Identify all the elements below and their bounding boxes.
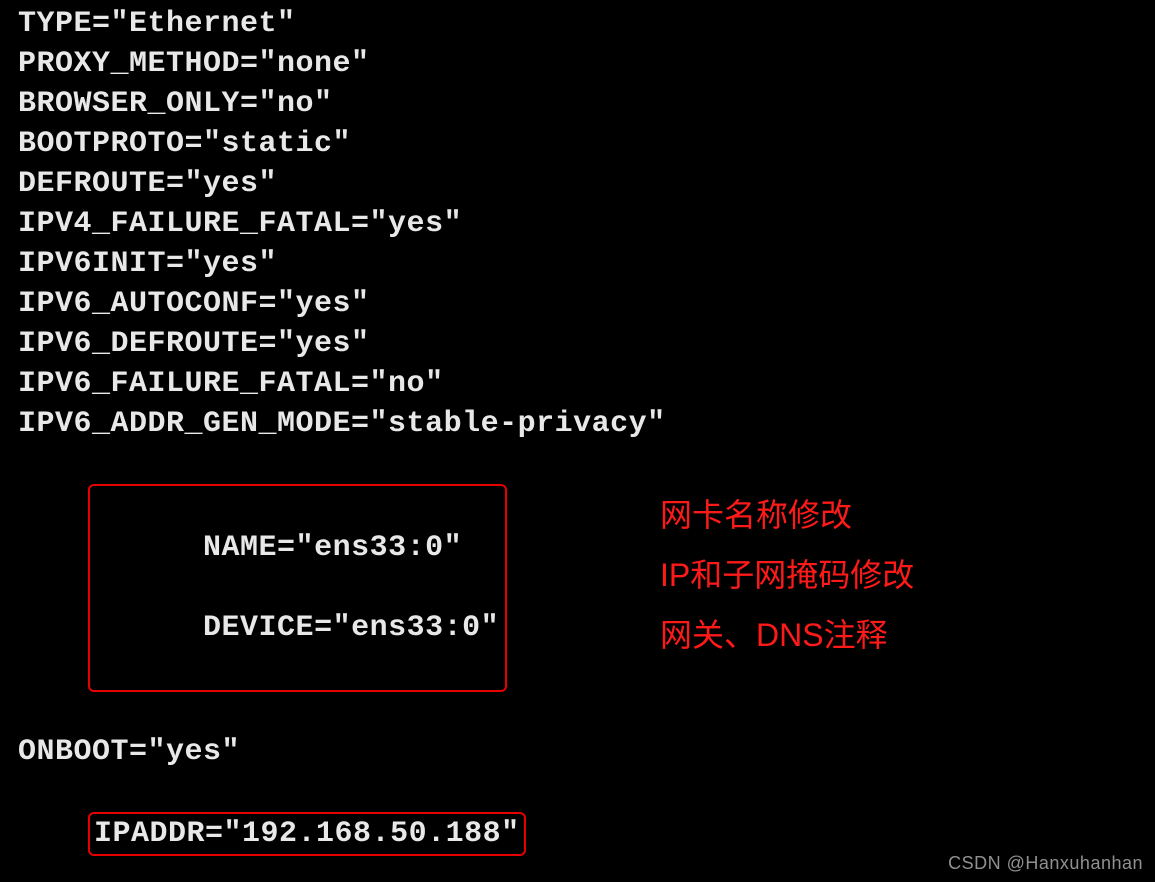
- highlight-name-device: NAME="ens33:0" DEVICE="ens33:0": [18, 444, 1137, 732]
- annotation-ip: IP和子网掩码修改: [660, 545, 914, 605]
- cfg-browser: BROWSER_ONLY="no": [18, 84, 1137, 124]
- cfg-ipv4fail: IPV4_FAILURE_FATAL="yes": [18, 204, 1137, 244]
- cfg-ipv6gen: IPV6_ADDR_GEN_MODE="stable-privacy": [18, 404, 1137, 444]
- cfg-ipv6fail: IPV6_FAILURE_FATAL="no": [18, 364, 1137, 404]
- cfg-proxy: PROXY_METHOD="none": [18, 44, 1137, 84]
- annotation-gateway: 网关、DNS注释: [660, 605, 914, 665]
- watermark: CSDN @Hanxuhanhan: [948, 853, 1143, 874]
- annotation-name: 网卡名称修改: [660, 485, 914, 545]
- cfg-ipv6def: IPV6_DEFROUTE="yes": [18, 324, 1137, 364]
- cfg-ipaddr: IPADDR="192.168.50.188": [88, 812, 526, 856]
- cfg-bootproto: BOOTPROTO="static": [18, 124, 1137, 164]
- cfg-onboot: ONBOOT="yes": [18, 732, 1137, 772]
- cfg-device: DEVICE="ens33:0": [203, 611, 499, 645]
- cfg-defroute: DEFROUTE="yes": [18, 164, 1137, 204]
- annotation-panel: 网卡名称修改 IP和子网掩码修改 网关、DNS注释: [660, 485, 914, 665]
- cfg-ipv6auto: IPV6_AUTOCONF="yes": [18, 284, 1137, 324]
- cfg-ipv6init: IPV6INIT="yes": [18, 244, 1137, 284]
- terminal-editor[interactable]: TYPE="Ethernet" PROXY_METHOD="none" BROW…: [0, 0, 1155, 882]
- cfg-type: TYPE="Ethernet": [18, 4, 1137, 44]
- cfg-name: NAME="ens33:0": [203, 531, 462, 565]
